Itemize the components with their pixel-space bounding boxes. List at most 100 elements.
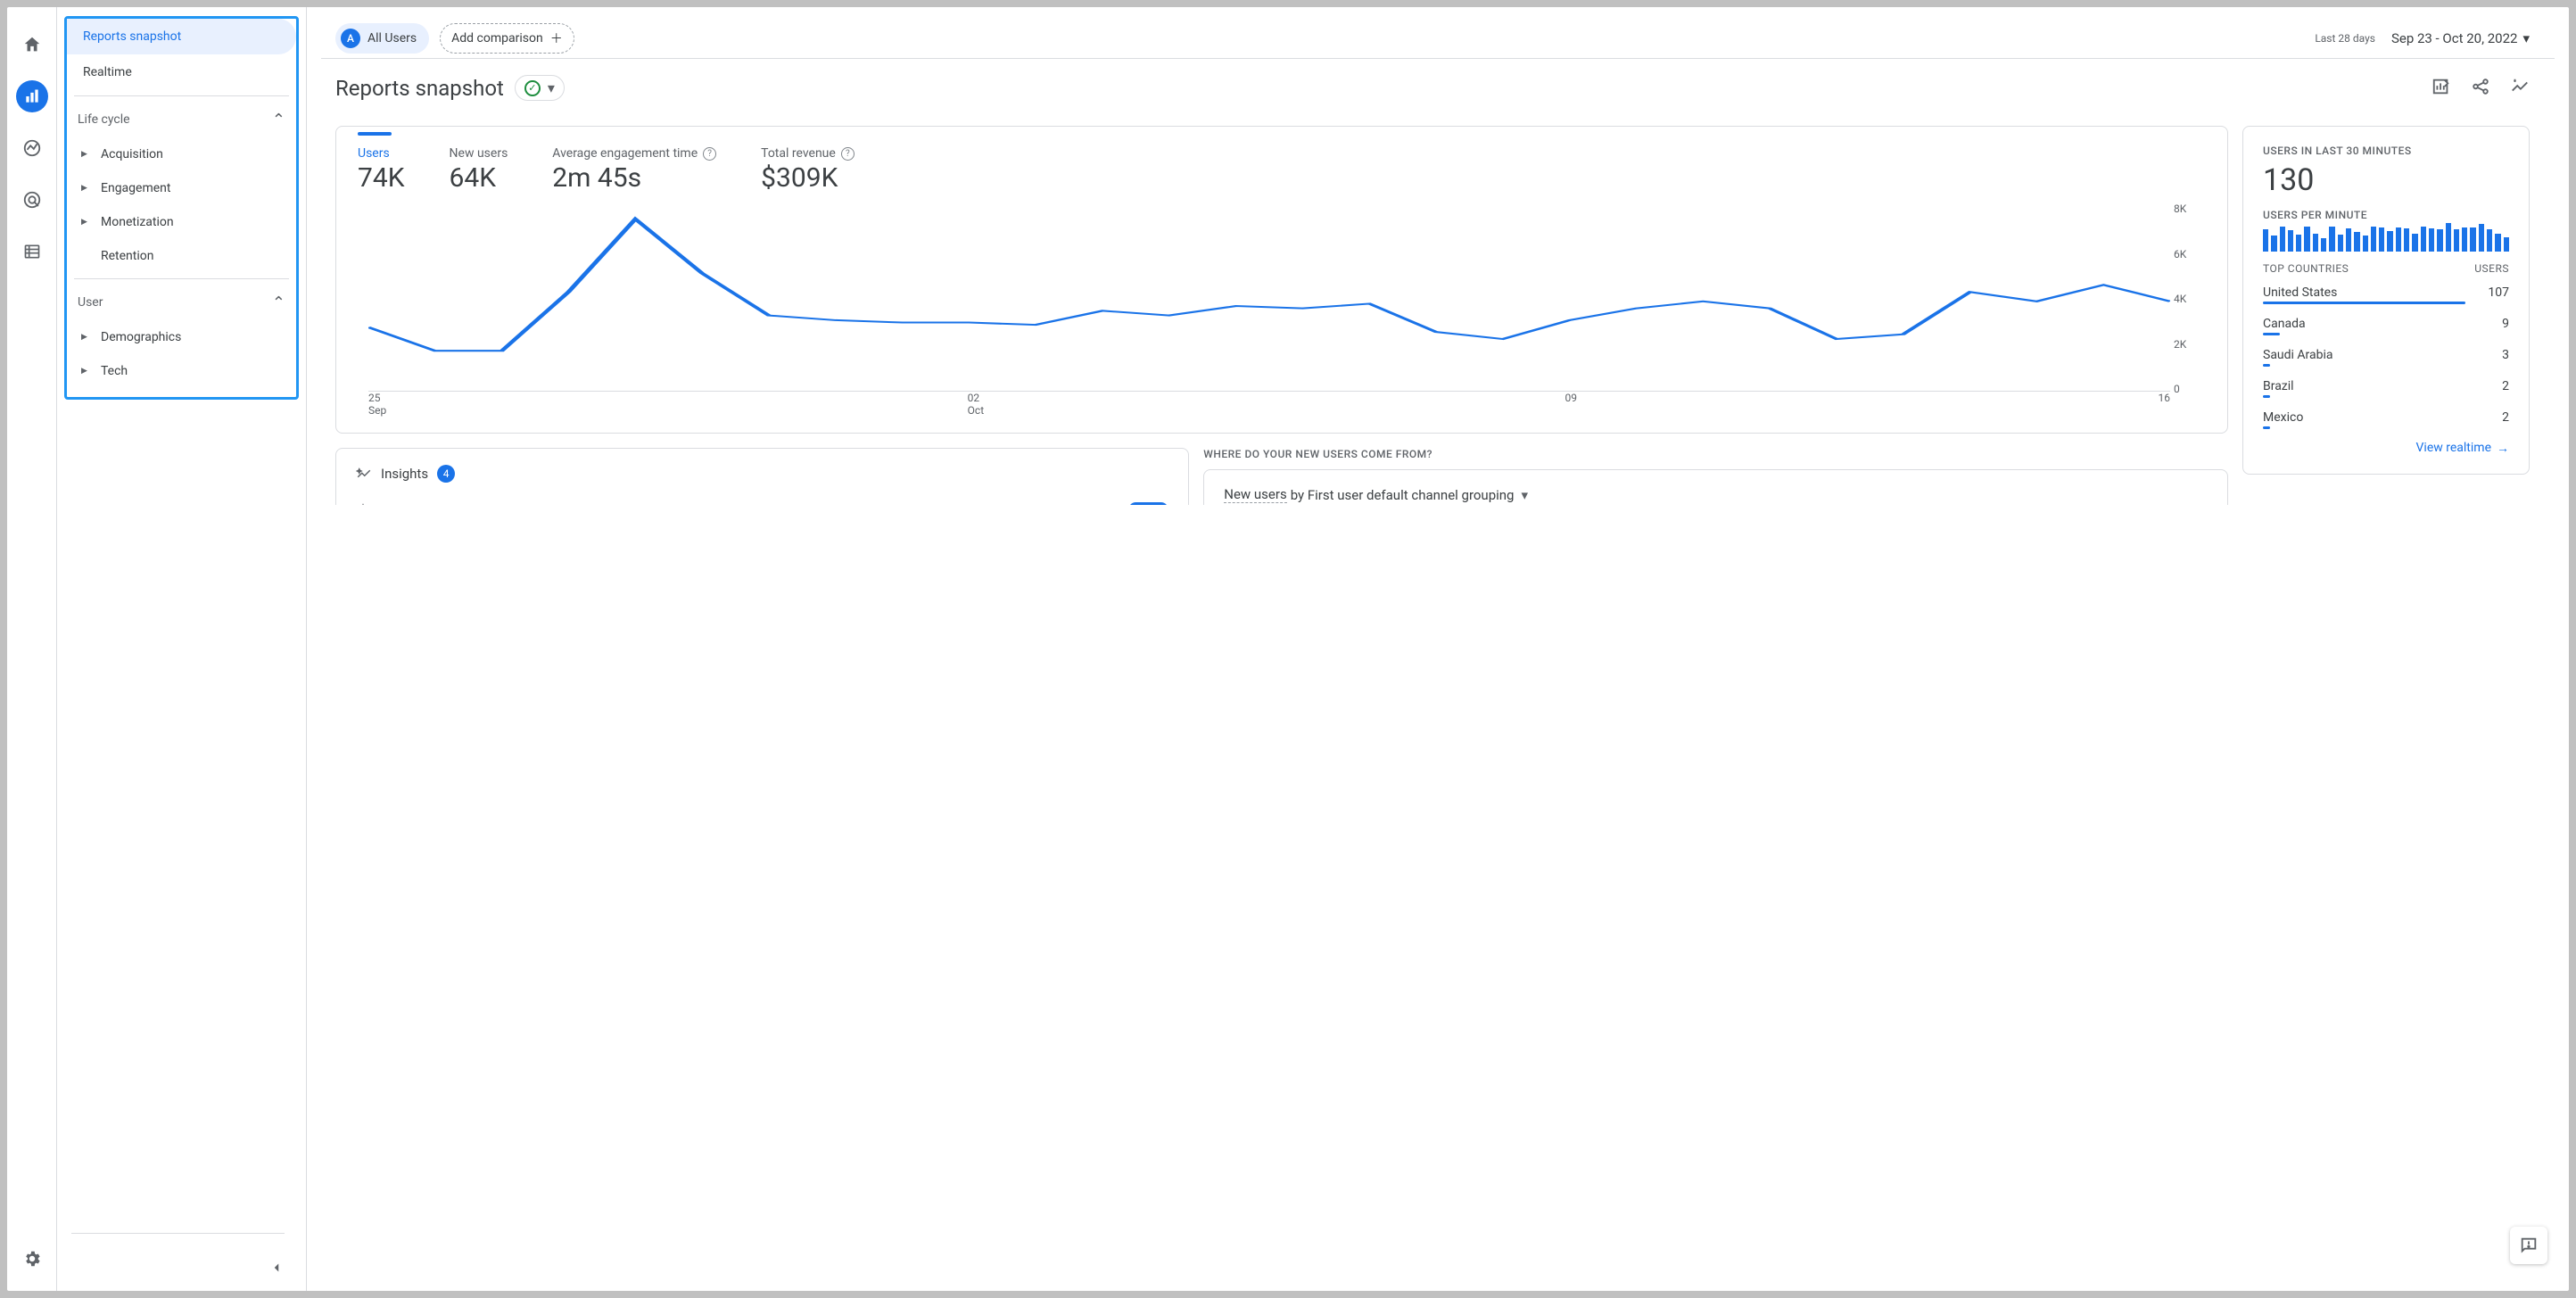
country-row: Saudi Arabia3 [2263, 343, 2509, 364]
spark-bar [2346, 228, 2351, 252]
divider [74, 278, 289, 279]
metric-label: Average engagement time ? [552, 146, 716, 161]
sidebar-item-label: Realtime [83, 65, 132, 79]
sidebar-item-tech[interactable]: ▶ Tech [67, 354, 296, 388]
insights-count-badge: 4 [437, 465, 455, 483]
chart-plot [368, 203, 2170, 392]
help-icon[interactable]: ? [703, 147, 716, 161]
spark-bar [2354, 232, 2359, 252]
sidebar-item-monetization[interactable]: ▶ Monetization [67, 205, 296, 239]
spark-bar [2495, 234, 2500, 252]
spark-bar [2271, 236, 2276, 252]
check-circle-icon: ✓ [524, 80, 541, 96]
sidebar-item-engagement[interactable]: ▶ Engagement [67, 171, 296, 205]
country-bar [2263, 364, 2270, 367]
insight-row[interactable]: INSIGHT New [356, 502, 1168, 505]
users-per-minute-sparkline [2263, 221, 2509, 252]
spark-bar [2404, 228, 2409, 252]
chevron-down-icon: ▾ [1521, 487, 1528, 503]
metric-avg-engagement-time[interactable]: Average engagement time ? 2m 45s [552, 146, 716, 194]
divider [74, 95, 289, 96]
overview-card: Users 74K New users 64K Average engageme… [335, 126, 2228, 434]
country-bar [2263, 395, 2270, 398]
sidebar-item-reports-snapshot[interactable]: Reports snapshot [67, 19, 296, 54]
date-range-picker[interactable]: Sep 23 - Oct 20, 2022 ▾ [2391, 30, 2530, 46]
sidebar-item-label: Demographics [101, 330, 181, 344]
users-line-chart: 8K6K4K2K0 25Sep02Oct0916 [358, 203, 2206, 417]
spark-bar [2280, 227, 2285, 252]
arrow-right-icon: → [2497, 441, 2509, 456]
sidebar-item-label: Reports snapshot [83, 29, 181, 44]
country-bar [2263, 426, 2270, 429]
reports-icon[interactable] [16, 80, 48, 112]
insights-trend-icon[interactable] [2510, 77, 2530, 100]
share-icon[interactable] [2471, 77, 2490, 100]
spark-bar [2479, 224, 2484, 252]
sidebar-item-acquisition[interactable]: ▶ Acquisition [67, 137, 296, 171]
spark-bar [2470, 227, 2475, 252]
sidebar-item-demographics[interactable]: ▶ Demographics [67, 320, 296, 354]
add-comparison-button[interactable]: Add comparison ＋ [440, 23, 574, 54]
sidebar-item-label: Monetization [101, 215, 174, 229]
feedback-button[interactable] [2510, 1227, 2547, 1264]
title-row: Reports snapshot ✓ ▾ [321, 59, 2555, 104]
realtime-value: 130 [2263, 162, 2509, 198]
admin-gear-icon[interactable] [16, 1243, 48, 1275]
sidebar-section-user[interactable]: User ⌃ [67, 285, 296, 320]
chart-x-axis: 25Sep02Oct0916 [368, 392, 2170, 417]
spark-bar [2396, 227, 2401, 252]
caret-right-icon: ▶ [81, 184, 90, 193]
sidebar-section-life-cycle[interactable]: Life cycle ⌃ [67, 102, 296, 137]
x-tick: 09 [1565, 392, 1578, 417]
country-row: Mexico2 [2263, 405, 2509, 426]
country-name: Brazil [2263, 379, 2294, 393]
realtime-per-minute-label: USERS PER MINUTE [2263, 209, 2509, 221]
segment-label: All Users [367, 31, 417, 45]
view-realtime-link[interactable]: View realtime → [2416, 441, 2509, 456]
home-icon[interactable] [16, 29, 48, 61]
sidebar-item-realtime[interactable]: Realtime [67, 54, 296, 90]
nav-rail [7, 7, 57, 1291]
y-tick: 8K [2174, 203, 2206, 215]
country-row: Brazil2 [2263, 374, 2509, 395]
date-range-label: Last 28 days [2315, 32, 2375, 45]
spark-bar [2387, 231, 2392, 252]
spark-bar [2321, 238, 2326, 252]
y-tick: 4K [2174, 293, 2206, 305]
customize-report-icon[interactable] [2432, 77, 2451, 100]
advertising-icon[interactable] [16, 184, 48, 216]
channel-dimension-text: by First user default channel grouping [1291, 487, 1515, 503]
caret-right-icon: ▶ [81, 150, 90, 159]
metric-users[interactable]: Users 74K [358, 146, 405, 194]
y-tick: 6K [2174, 248, 2206, 260]
metric-total-revenue[interactable]: Total revenue ? $309K [761, 146, 855, 194]
spark-bar [2313, 234, 2318, 252]
report-nav-highlight-box: Reports snapshot Realtime Life cycle ⌃ ▶… [64, 16, 299, 400]
main-content: A All Users Add comparison ＋ Last 28 day… [307, 7, 2569, 1291]
spark-bar [2437, 229, 2442, 252]
metric-new-users[interactable]: New users 64K [450, 146, 508, 194]
insights-title: Insights 4 [356, 465, 1168, 483]
segment-chip-all-users[interactable]: A All Users [335, 23, 429, 54]
country-bar [2263, 302, 2465, 304]
country-value: 3 [2502, 348, 2509, 362]
configure-icon[interactable] [16, 236, 48, 268]
country-name: United States [2263, 285, 2337, 300]
spark-bar [2379, 227, 2384, 252]
help-icon[interactable]: ? [841, 147, 855, 161]
collapse-sidebar-button[interactable] [268, 1259, 285, 1280]
channel-card-title[interactable]: New users by First user default channel … [1224, 486, 2208, 503]
spark-bar [2304, 227, 2309, 252]
country-row: Canada9 [2263, 311, 2509, 333]
spark-bar [2363, 236, 2368, 252]
country-bar [2263, 333, 2280, 335]
data-quality-indicator[interactable]: ✓ ▾ [515, 75, 565, 101]
sidebar-item-retention[interactable]: ▶ Retention [67, 239, 296, 273]
sidebar-item-label: Tech [101, 364, 128, 378]
country-value: 107 [2488, 285, 2509, 300]
app-frame: Reports snapshot Realtime Life cycle ⌃ ▶… [7, 7, 2569, 1291]
channel-metric-link[interactable]: New users [1224, 486, 1286, 503]
spark-bar [2263, 229, 2268, 252]
explore-icon[interactable] [16, 132, 48, 164]
metrics-row: Users 74K New users 64K Average engageme… [358, 146, 2206, 194]
